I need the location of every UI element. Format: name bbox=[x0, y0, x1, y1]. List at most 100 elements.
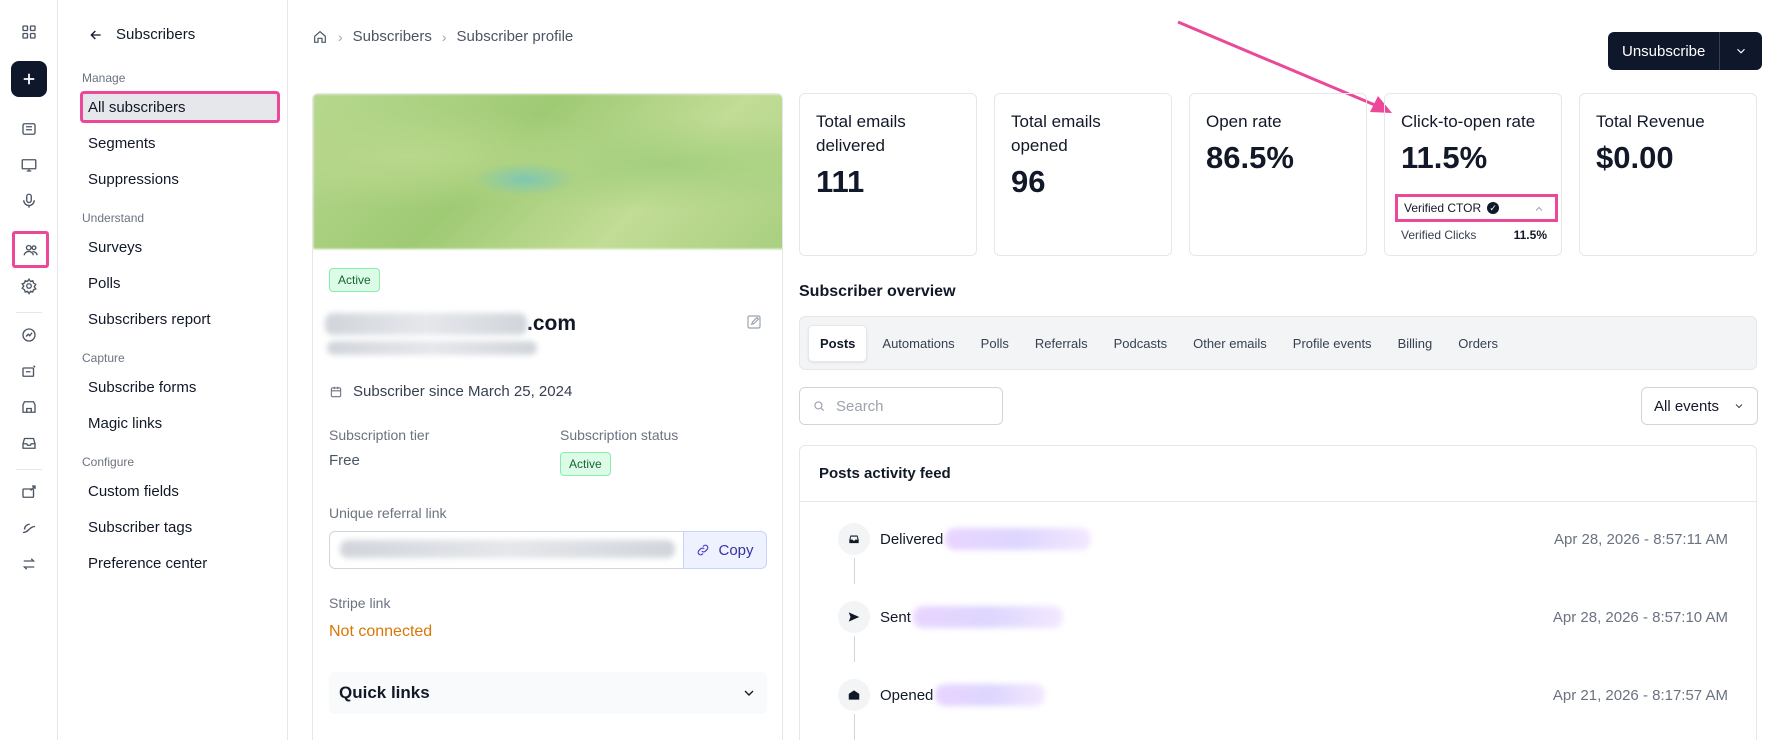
grid-icon[interactable] bbox=[11, 14, 47, 50]
home-icon[interactable] bbox=[312, 29, 328, 45]
edit-icon[interactable] bbox=[745, 313, 763, 331]
settings-icon[interactable] bbox=[11, 268, 47, 304]
overview-title: Subscriber overview bbox=[799, 283, 956, 300]
event-time: Apr 28, 2026 - 8:57:10 AM bbox=[1552, 608, 1728, 626]
redacted-name bbox=[327, 341, 537, 355]
tab-other-emails[interactable]: Other emails bbox=[1182, 326, 1278, 361]
stat-card-revenue: Total Revenue $0.00 bbox=[1579, 93, 1757, 256]
verified-check-icon: ✓ bbox=[1487, 202, 1500, 214]
redacted-post-title bbox=[945, 528, 1092, 550]
nav-subscribers-report[interactable]: Subscribers report bbox=[82, 305, 275, 333]
redacted-post-title bbox=[912, 606, 1063, 628]
stat-title: Total Revenue bbox=[1596, 112, 1705, 131]
status-label: Subscription status bbox=[560, 427, 679, 443]
verified-clicks-label: Verified Clicks bbox=[1401, 228, 1477, 242]
group-configure: Configure bbox=[82, 455, 135, 469]
nav-subscribe-forms[interactable]: Subscribe forms bbox=[82, 373, 275, 401]
ads-icon[interactable] bbox=[11, 353, 47, 389]
list-item: Delivered Apr 28, 2026 - 8:57:11 AM bbox=[838, 522, 1728, 556]
tab-referrals[interactable]: Referrals bbox=[1024, 326, 1099, 361]
breadcrumb-current: Subscriber profile bbox=[456, 28, 574, 45]
inbox-icon[interactable] bbox=[11, 425, 47, 461]
grow-icon[interactable] bbox=[11, 510, 47, 546]
subscriber-email: .com bbox=[325, 312, 576, 336]
calendar-icon bbox=[330, 386, 342, 397]
group-manage: Manage bbox=[82, 71, 126, 85]
nav-suppressions[interactable]: Suppressions bbox=[82, 165, 275, 193]
nav-all-subscribers[interactable]: All subscribers bbox=[80, 91, 280, 123]
nav-segments[interactable]: Segments bbox=[82, 129, 275, 157]
referral-link-field[interactable] bbox=[329, 531, 684, 569]
tier-label: Subscription tier bbox=[329, 427, 430, 443]
nav-polls[interactable]: Polls bbox=[82, 269, 275, 297]
shop-icon[interactable] bbox=[11, 389, 47, 425]
swap-icon[interactable] bbox=[11, 546, 47, 582]
unsubscribe-split-button: Unsubscribe bbox=[1608, 32, 1763, 70]
icon-rail bbox=[0, 0, 58, 740]
group-understand: Understand bbox=[82, 211, 145, 225]
overview-tabs: Posts Automations Polls Referrals Podcas… bbox=[799, 316, 1757, 370]
quick-links-toggle[interactable]: Quick links bbox=[329, 672, 767, 714]
tab-posts[interactable]: Posts bbox=[808, 324, 868, 362]
subscription-status-badge: Active bbox=[560, 452, 611, 476]
list-item: Opened Apr 21, 2026 - 8:17:57 AM bbox=[838, 678, 1728, 712]
search-placeholder: Search bbox=[836, 397, 884, 415]
stat-value: 11.5% bbox=[1401, 140, 1488, 175]
status-badge: Active bbox=[329, 268, 380, 292]
timeline-connector bbox=[854, 636, 855, 662]
referral-label: Unique referral link bbox=[329, 505, 447, 521]
tab-automations[interactable]: Automations bbox=[871, 326, 965, 361]
chevron-down-icon bbox=[1735, 404, 1743, 409]
subscribers-icon[interactable] bbox=[12, 231, 49, 268]
podcast-icon[interactable] bbox=[11, 183, 47, 219]
send-icon bbox=[838, 601, 870, 633]
stat-card-delivered: Total emails delivered 111 bbox=[799, 93, 977, 256]
nav-subscriber-tags[interactable]: Subscriber tags bbox=[82, 513, 275, 541]
verified-clicks-value: 11.5% bbox=[1513, 228, 1547, 242]
nav-surveys[interactable]: Surveys bbox=[82, 233, 275, 261]
breadcrumb: › Subscribers › Subscriber profile bbox=[312, 28, 573, 45]
rail-divider bbox=[16, 312, 42, 313]
feed-title: Posts activity feed bbox=[800, 446, 1756, 502]
quick-links-label: Quick links bbox=[339, 683, 430, 702]
nav-custom-fields[interactable]: Custom fields bbox=[82, 477, 275, 505]
analytics-icon[interactable] bbox=[11, 317, 47, 353]
tab-profile-events[interactable]: Profile events bbox=[1282, 326, 1383, 361]
event-time: Apr 28, 2026 - 8:57:11 AM bbox=[1553, 530, 1728, 548]
event-filter-select[interactable]: All events bbox=[1641, 387, 1758, 425]
verified-ctor-toggle[interactable]: Verified CTOR ✓ bbox=[1395, 194, 1558, 222]
email-suffix: .com bbox=[527, 312, 577, 335]
stat-title: Open rate bbox=[1206, 112, 1282, 131]
stat-value: 111 bbox=[816, 164, 865, 199]
posts-icon[interactable] bbox=[11, 111, 47, 147]
redacted-email bbox=[325, 313, 527, 335]
subscriber-since-text: Subscriber since March 25, 2024 bbox=[353, 383, 573, 400]
stripe-label: Stripe link bbox=[329, 595, 391, 611]
unsubscribe-menu-button[interactable] bbox=[1720, 32, 1762, 70]
nav-magic-links[interactable]: Magic links bbox=[82, 409, 275, 437]
create-button[interactable] bbox=[11, 61, 47, 97]
search-input[interactable]: Search bbox=[799, 387, 1003, 425]
website-icon[interactable] bbox=[11, 147, 47, 183]
tab-podcasts[interactable]: Podcasts bbox=[1103, 326, 1178, 361]
chevron-down-icon bbox=[1737, 48, 1746, 54]
profile-card: Active .com Subscriber since March 25, 2… bbox=[312, 93, 783, 740]
event-filter-value: All events bbox=[1654, 397, 1720, 415]
tab-billing[interactable]: Billing bbox=[1387, 326, 1444, 361]
boosts-icon[interactable] bbox=[11, 474, 47, 510]
tier-value: Free bbox=[329, 452, 360, 469]
copy-label: Copy bbox=[718, 541, 754, 559]
back-to-subscribers[interactable]: Subscribers bbox=[88, 26, 195, 43]
breadcrumb-subscribers[interactable]: Subscribers bbox=[353, 28, 432, 45]
stripe-status: Not connected bbox=[329, 623, 433, 640]
event-label: Opened bbox=[880, 686, 934, 704]
tab-polls[interactable]: Polls bbox=[970, 326, 1020, 361]
subscriber-since: Subscriber since March 25, 2024 bbox=[329, 383, 572, 400]
unsubscribe-button[interactable]: Unsubscribe bbox=[1608, 32, 1721, 70]
chevron-right-icon: › bbox=[441, 28, 447, 45]
tab-orders[interactable]: Orders bbox=[1447, 326, 1509, 361]
copy-button[interactable]: Copy bbox=[683, 531, 767, 569]
verified-ctor-label: Verified CTOR bbox=[1404, 201, 1482, 215]
nav-preference-center[interactable]: Preference center bbox=[82, 549, 275, 577]
mail-open-icon bbox=[838, 679, 870, 711]
